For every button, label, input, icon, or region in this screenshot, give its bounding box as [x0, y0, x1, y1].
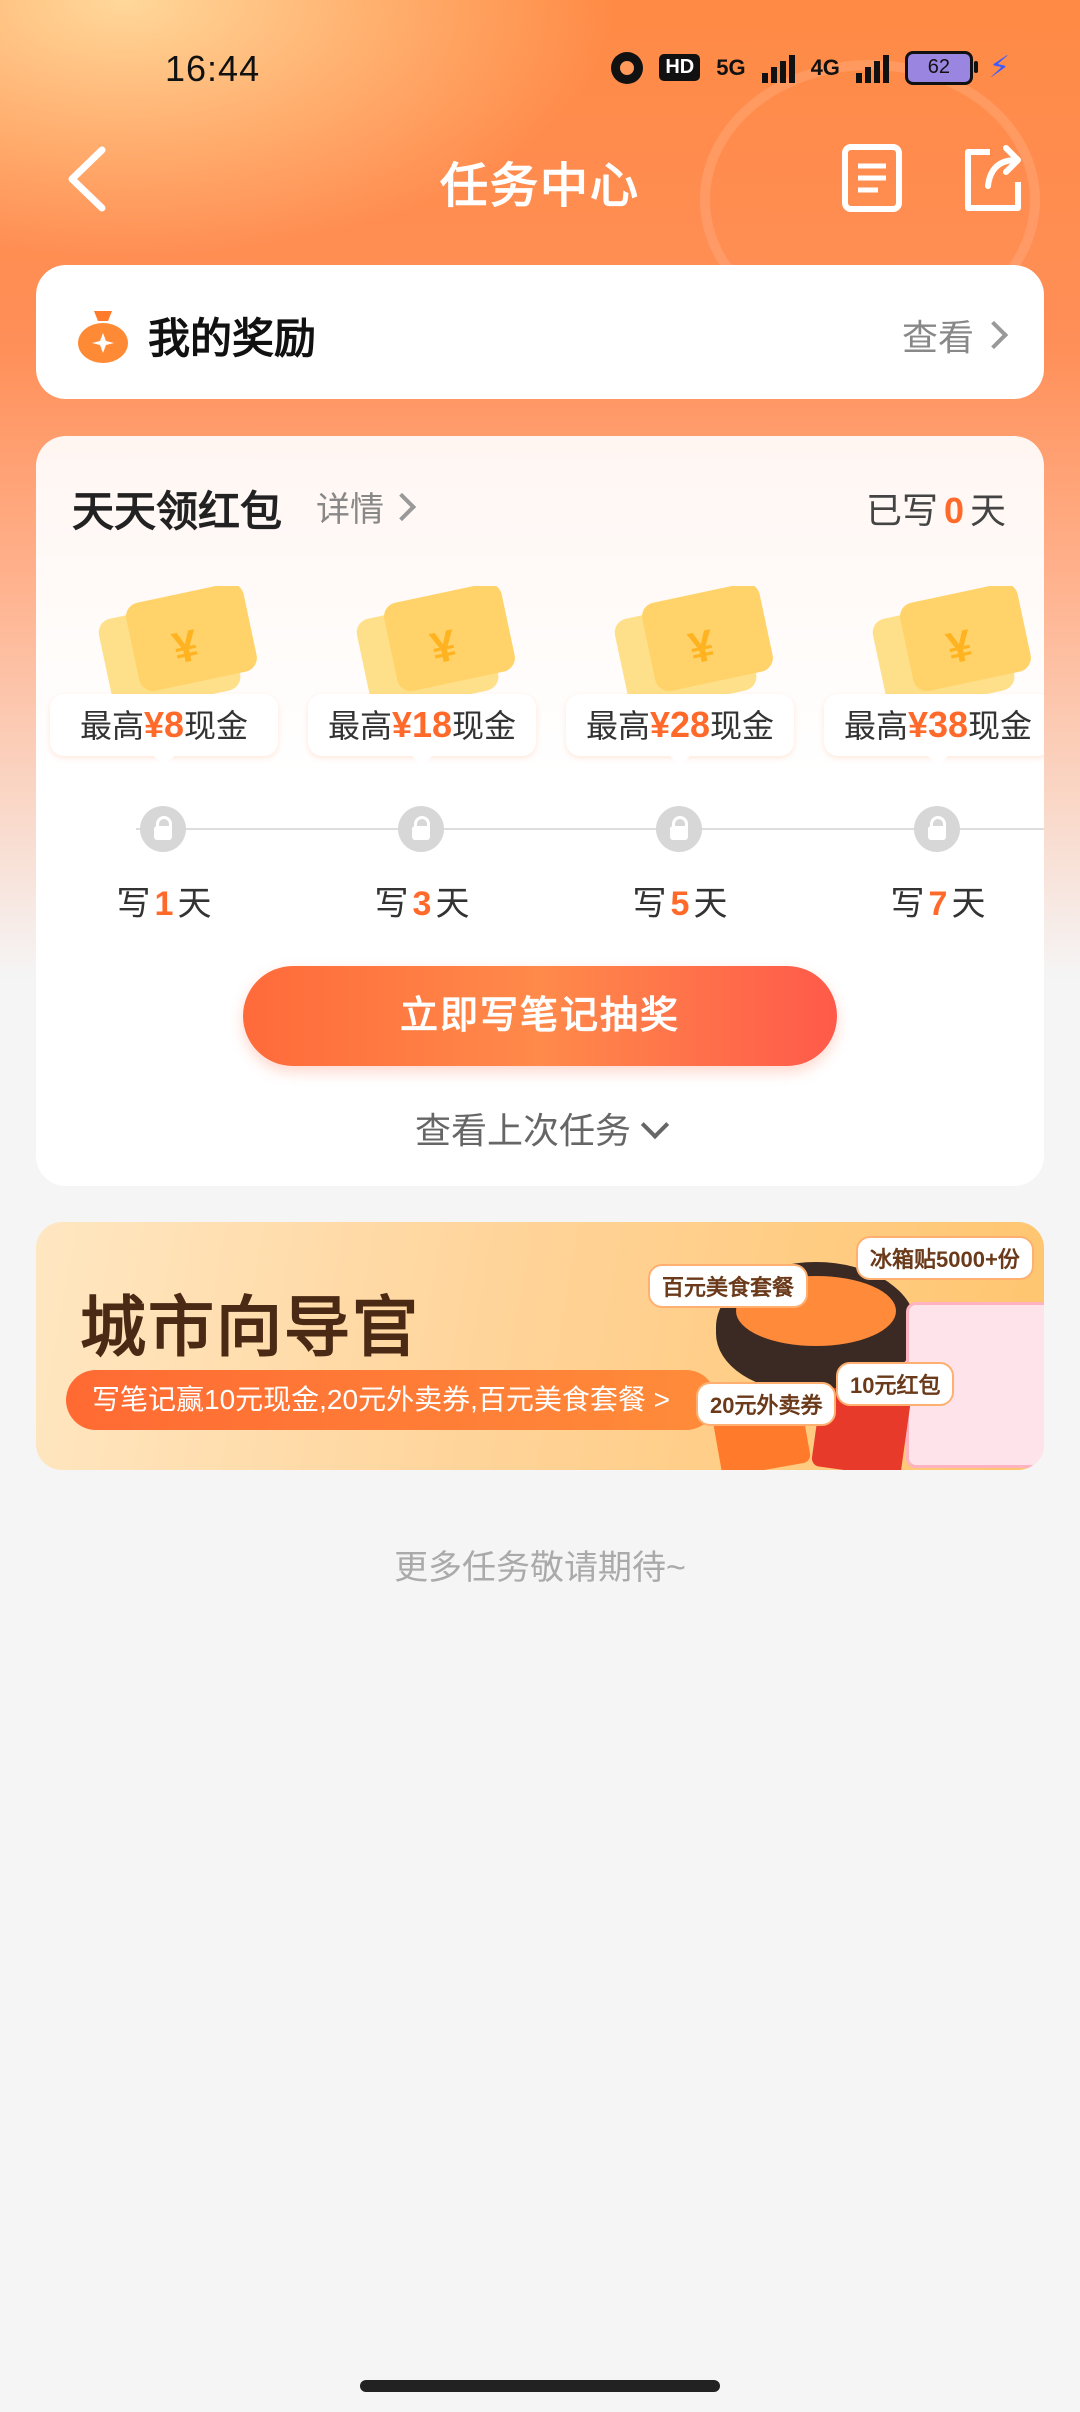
network-5g-label: 5G [716, 54, 746, 80]
day-prefix: 写 [890, 885, 925, 923]
write-note-lottery-button[interactable]: 立即写笔记抽奖 [243, 966, 837, 1066]
written-suffix: 天 [969, 490, 1006, 531]
details-label: 详情 [316, 491, 384, 529]
tag-red-packet: 10元红包 [836, 1362, 955, 1406]
lock-icon [398, 806, 444, 852]
day-label: 写3天 [308, 876, 536, 925]
city-guide-banner[interactable]: 城市向导官 写笔记赢10元现金,20元外卖券,百元美食套餐 > 百元美食套餐 冰… [36, 1222, 1044, 1470]
prize-prefix: 最高 [79, 708, 144, 744]
lock-icon [914, 806, 960, 852]
lock-icon [140, 806, 186, 852]
details-link[interactable]: 详情 [316, 482, 417, 531]
reward-stage[interactable]: ¥ 最高¥8现金 写1天 [50, 586, 280, 926]
chevron-right-icon [387, 492, 417, 521]
prize-suffix: 现金 [968, 708, 1033, 744]
last-task-label: 查看上次任务 [414, 1110, 631, 1151]
prize-prefix: 最高 [327, 708, 392, 744]
prize-prefix: 最高 [843, 708, 908, 744]
daily-redpacket-card: 天天领红包 详情 已写 0 天 ¥ 最高¥8现金 写1天 ¥ 最高¥18现金 写3天… [36, 436, 1044, 1186]
prize-prefix: 最高 [585, 708, 650, 744]
top-nav: 任务中心 [0, 130, 1080, 230]
banner-subtitle: 写笔记赢10元现金,20元外卖券,百元美食套餐 > [66, 1370, 716, 1430]
rules-document-icon[interactable] [840, 142, 904, 214]
day-suffix: 天 [435, 885, 470, 923]
reward-stage[interactable]: ¥ 最高¥28现金 写5天 [566, 586, 796, 926]
written-prefix: 已写 [865, 490, 938, 531]
home-indicator[interactable] [360, 2380, 720, 2392]
prize-label: 最高¥8现金 [50, 694, 278, 766]
tag-fridge-magnet: 冰箱贴5000+份 [856, 1236, 1034, 1280]
written-days-counter: 已写 0 天 [866, 482, 1006, 534]
prize-label: 最高¥28现金 [566, 694, 794, 766]
status-time: 16:44 [165, 48, 261, 89]
day-suffix: 天 [693, 885, 728, 923]
day-label: 写7天 [824, 876, 1044, 925]
day-number: 7 [928, 885, 948, 923]
status-bar: 16:44 HD 5G 4G 62 ⚡ [0, 0, 1080, 130]
day-number: 1 [154, 885, 174, 923]
prize-suffix: 现金 [710, 708, 775, 744]
reward-title: 我的奖励 [148, 315, 317, 362]
view-label: 查看 [901, 317, 974, 358]
day-prefix: 写 [632, 885, 667, 923]
prize-amount: ¥18 [391, 704, 453, 745]
reward-stage[interactable]: ¥ 最高¥18现金 写3天 [308, 586, 538, 926]
day-prefix: 写 [116, 885, 151, 923]
more-tasks-hint: 更多任务敬请期待~ [394, 1549, 686, 1587]
day-label: 写5天 [566, 876, 794, 925]
money-bag-icon [78, 311, 128, 363]
reward-stage[interactable]: ¥ 最高¥38现金 写7天 [824, 586, 1044, 926]
signal-icon [761, 53, 795, 83]
day-suffix: 天 [177, 885, 212, 923]
tag-food-set: 百元美食套餐 [648, 1264, 809, 1308]
prize-label: 最高¥38现金 [824, 694, 1044, 766]
prize-amount: ¥38 [907, 704, 969, 745]
banner-title: 城市向导官 [80, 1290, 420, 1364]
prize-suffix: 现金 [184, 708, 249, 744]
prize-amount: ¥8 [143, 704, 185, 745]
prize-label: 最高¥18现金 [308, 694, 536, 766]
chevron-right-icon [979, 320, 1009, 350]
status-icons: HD 5G 4G 62 ⚡ [611, 50, 1010, 85]
prize-amount: ¥28 [649, 704, 711, 745]
battery-level: 62 [927, 56, 951, 78]
view-last-task-toggle[interactable]: 查看上次任务 [36, 1102, 1044, 1154]
battery-icon: 62 [904, 50, 978, 85]
day-number: 5 [670, 885, 690, 923]
alarm-icon [611, 51, 644, 84]
prize-suffix: 现金 [452, 708, 517, 744]
my-reward-card[interactable]: 我的奖励 查看 [36, 265, 1044, 399]
share-icon[interactable] [960, 142, 1024, 214]
view-rewards-link[interactable]: 查看 [901, 309, 1009, 361]
daily-title: 天天领红包 [72, 488, 283, 535]
written-count: 0 [943, 490, 964, 531]
day-prefix: 写 [374, 885, 409, 923]
chevron-down-icon [640, 1110, 670, 1140]
page-title: 任务中心 [439, 160, 640, 213]
hd-icon: HD [659, 54, 701, 81]
charging-icon: ⚡ [988, 51, 1010, 84]
day-suffix: 天 [951, 885, 986, 923]
lock-icon [656, 806, 702, 852]
network-4g-label: 4G [810, 54, 840, 80]
day-label: 写1天 [50, 876, 278, 925]
day-number: 3 [412, 885, 432, 923]
signal-icon-2 [855, 53, 889, 83]
tag-delivery-coupon: 20元外卖券 [696, 1382, 837, 1426]
